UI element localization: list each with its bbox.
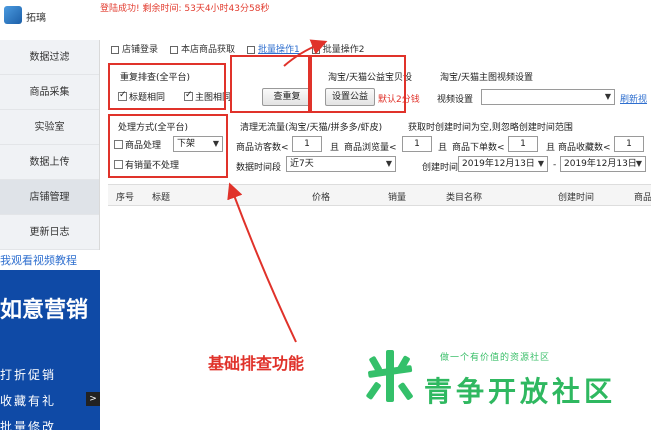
- video-title: 淘宝/天猫主图视频设置: [440, 73, 534, 83]
- annotation-text: 基础排查功能: [208, 354, 305, 373]
- chevron-down-icon: ▼: [537, 159, 544, 168]
- sidebar-item-changelog[interactable]: 更新日志: [0, 215, 99, 250]
- visitors-input[interactable]: 1: [292, 136, 322, 152]
- promo-banner[interactable]: 如意营销 打折促销 收藏有礼 批量修改 >: [0, 270, 100, 430]
- end-date-picker[interactable]: 2019年12月13日 ▼: [560, 156, 646, 172]
- app-name: 拓璃: [26, 13, 46, 24]
- sidebar-item-shop-manage[interactable]: 店铺管理: [0, 180, 99, 215]
- column-header[interactable]: 价格: [312, 190, 330, 203]
- promo-title: 如意营销: [0, 298, 89, 323]
- sidebar-item-product-collect[interactable]: 商品采集: [0, 75, 99, 110]
- watermark-name: 青争开放社区: [424, 375, 617, 408]
- dedupe-highlight-box: [108, 63, 226, 110]
- creation-title: 获取时创建时间为空,则忽略创建时间范围: [408, 123, 573, 133]
- column-header[interactable]: 标题: [152, 190, 170, 203]
- and-label: 且: [546, 143, 556, 153]
- favorites-label: 商品收藏数<: [558, 143, 611, 153]
- sidebar-item-lab[interactable]: 实验室: [0, 110, 99, 145]
- document-icon: [247, 46, 256, 54]
- video-tutorial-link[interactable]: 我观看视频教程: [0, 252, 100, 268]
- date-separator: -: [553, 160, 557, 170]
- promo-line: 批量修改: [0, 420, 57, 430]
- create-time-label: 创建时间: [422, 163, 459, 173]
- orders-label: 商品下单数<: [452, 143, 505, 153]
- column-header[interactable]: 销量: [388, 190, 406, 203]
- refresh-video-link[interactable]: 刷新视: [620, 92, 647, 105]
- visitors-label: 商品访客数<: [236, 143, 289, 153]
- chevron-down-icon: ▼: [385, 159, 392, 168]
- chevron-down-icon: ▼: [635, 159, 642, 168]
- watermark-logo-icon: [366, 350, 413, 402]
- tab-shop-login[interactable]: 店铺登录: [108, 40, 161, 60]
- time-range-select[interactable]: 近7天 ▼: [286, 156, 396, 172]
- promo-next-icon[interactable]: >: [86, 392, 100, 406]
- column-header[interactable]: 类目名称: [446, 190, 482, 203]
- document-icon: [111, 46, 119, 54]
- column-header[interactable]: 创建时间: [558, 190, 594, 203]
- column-header[interactable]: 序号: [116, 190, 134, 203]
- sidebar-item-data-upload[interactable]: 数据上传: [0, 145, 99, 180]
- promo-line: 打折促销: [0, 368, 57, 382]
- select-value: 2019年12月13日: [462, 159, 535, 169]
- orders-input[interactable]: 1: [508, 136, 538, 152]
- column-header[interactable]: 商品: [634, 190, 651, 203]
- document-icon: [311, 46, 320, 54]
- views-label: 商品浏览量<: [344, 143, 397, 153]
- results-table-header: 序号 标题 价格 销量 类目名称 创建时间 商品: [108, 184, 651, 206]
- and-label: 且: [330, 143, 340, 153]
- login-status-message: 登陆成功! 剩余时间: 53天4小时43分58秒: [100, 4, 270, 14]
- top-bar: 拓璃 登陆成功! 剩余时间: 53天4小时43分58秒: [0, 0, 651, 40]
- chevron-down-icon: ▼: [604, 92, 611, 101]
- processing-highlight-box: [108, 114, 228, 178]
- tab-fetch-products[interactable]: 本店商品获取: [167, 40, 238, 60]
- select-value: 近7天: [290, 159, 314, 169]
- select-value: 2019年12月13日: [564, 159, 637, 169]
- and-label: 且: [438, 143, 448, 153]
- video-setting-label: 视频设置: [437, 95, 474, 105]
- button-highlight-box: [230, 55, 310, 113]
- sidebar: 数据过滤 商品采集 实验室 数据上传 店铺管理 更新日志: [0, 40, 100, 250]
- favorites-input[interactable]: 1: [614, 136, 644, 152]
- promo-line: 收藏有礼: [0, 394, 57, 408]
- watermark-tagline: 做一个有价值的资源社区: [440, 353, 551, 363]
- sidebar-item-data-filter[interactable]: 数据过滤: [0, 40, 99, 75]
- start-date-picker[interactable]: 2019年12月13日 ▼: [458, 156, 548, 172]
- document-icon: [170, 46, 179, 54]
- video-setting-select[interactable]: ▼: [481, 89, 615, 105]
- range-label: 数据时间段: [236, 163, 282, 173]
- welfare-highlight-box: [310, 55, 406, 113]
- cleanup-title: 清理无流量(淘宝/天猫/拼多多/虾皮): [240, 123, 383, 133]
- app-logo-icon: [4, 6, 22, 24]
- tab-label: 本店商品获取: [181, 45, 236, 55]
- tab-label: 店铺登录: [122, 45, 159, 55]
- views-input[interactable]: 1: [402, 136, 432, 152]
